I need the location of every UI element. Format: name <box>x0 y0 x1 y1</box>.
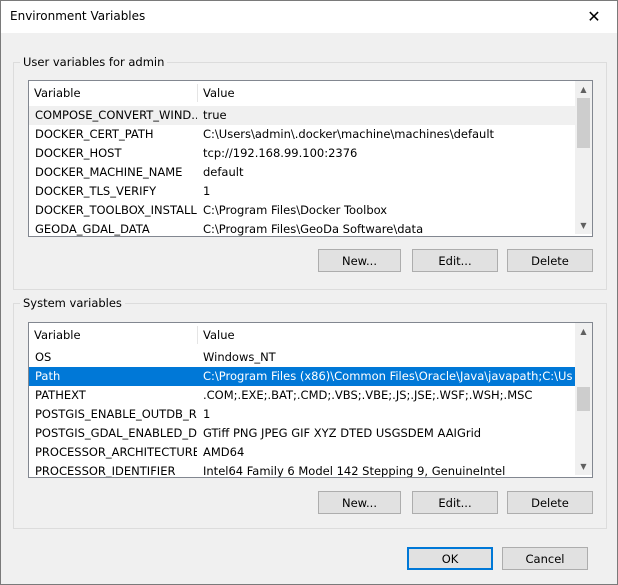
variable-value: true <box>203 108 227 122</box>
scroll-up-icon[interactable]: ▲ <box>575 323 592 340</box>
system-variables-label: System variables <box>20 296 125 310</box>
user-variable-row[interactable]: DOCKER_CERT_PATH C:\Users\admin\.docker\… <box>29 125 575 144</box>
environment-variables-window: Environment Variables ✕ User variables f… <box>0 0 618 585</box>
user-variable-row[interactable]: DOCKER_MACHINE_NAME default <box>29 163 575 182</box>
system-variable-row[interactable]: POSTGIS_ENABLE_OUTDB_R... 1 <box>29 405 575 424</box>
system-list-header: Variable Value <box>29 323 592 347</box>
variable-value: .COM;.EXE;.BAT;.CMD;.VBS;.VBE;.JS;.JSE;.… <box>203 388 533 402</box>
variable-name: PROCESSOR_IDENTIFIER <box>35 464 176 478</box>
variable-value: default <box>203 165 244 179</box>
variable-value: Windows_NT <box>203 350 276 364</box>
user-variables-label: User variables for admin <box>20 55 168 69</box>
scroll-down-icon[interactable]: ▼ <box>575 217 592 234</box>
system-list-scrollbar[interactable]: ▲ ▼ <box>575 323 592 475</box>
variable-value: C:\Users\admin\.docker\machine\machines\… <box>203 127 495 141</box>
system-variable-row[interactable]: PATHEXT .COM;.EXE;.BAT;.CMD;.VBS;.VBE;.J… <box>29 386 575 405</box>
user-edit-button[interactable]: Edit... <box>412 249 498 272</box>
variable-name: DOCKER_TLS_VERIFY <box>35 184 157 198</box>
variable-name: DOCKER_CERT_PATH <box>35 127 154 141</box>
variable-name: DOCKER_HOST <box>35 146 122 160</box>
variable-value: C:\Program Files\Docker Toolbox <box>203 203 388 217</box>
user-variable-row[interactable]: DOCKER_HOST tcp://192.168.99.100:2376 <box>29 144 575 163</box>
user-variables-list[interactable]: Variable Value COMPOSE_CONVERT_WIND... t… <box>28 80 593 237</box>
close-icon[interactable]: ✕ <box>571 1 617 32</box>
system-variable-row[interactable]: PROCESSOR_IDENTIFIER Intel64 Family 6 Mo… <box>29 462 575 478</box>
variable-name: PROCESSOR_ARCHITECTURE <box>35 445 197 459</box>
system-variable-row[interactable]: OS Windows_NT <box>29 348 575 367</box>
user-variable-row[interactable]: DOCKER_TLS_VERIFY 1 <box>29 182 575 201</box>
system-variable-row-selected[interactable]: Path C:\Program Files (x86)\Common Files… <box>29 367 575 386</box>
variable-value: 1 <box>203 407 211 421</box>
variable-name: Path <box>35 369 61 383</box>
title-bar[interactable]: Environment Variables ✕ <box>1 1 617 33</box>
user-variable-row[interactable]: GEODA_GDAL_DATA C:\Program Files\GeoDa S… <box>29 220 575 236</box>
variable-value: GTiff PNG JPEG GIF XYZ DTED USGSDEM AAIG… <box>203 426 482 440</box>
system-variable-row[interactable]: POSTGIS_GDAL_ENABLED_D... GTiff PNG JPEG… <box>29 424 575 443</box>
variable-name: GEODA_GDAL_DATA <box>35 222 150 236</box>
variable-value: tcp://192.168.99.100:2376 <box>203 146 358 160</box>
user-list-scrollbar[interactable]: ▲ ▼ <box>575 81 592 234</box>
variable-name: POSTGIS_ENABLE_OUTDB_R... <box>35 407 197 421</box>
system-variable-row[interactable]: PROCESSOR_ARCHITECTURE AMD64 <box>29 443 575 462</box>
user-column-value[interactable]: Value <box>198 81 575 105</box>
system-edit-button[interactable]: Edit... <box>412 491 498 514</box>
variable-value: Intel64 Family 6 Model 142 Stepping 9, G… <box>203 464 506 478</box>
system-new-button[interactable]: New... <box>318 491 401 514</box>
window-title: Environment Variables <box>10 9 146 23</box>
variable-name: COMPOSE_CONVERT_WIND... <box>35 108 197 122</box>
variable-value: C:\Program Files (x86)\Common Files\Orac… <box>203 369 573 383</box>
user-variable-row[interactable]: DOCKER_TOOLBOX_INSTALL... C:\Program Fil… <box>29 201 575 220</box>
scrollbar-thumb[interactable] <box>577 387 590 411</box>
scroll-down-icon[interactable]: ▼ <box>575 458 592 475</box>
variable-name: PATHEXT <box>35 388 86 402</box>
variable-value: AMD64 <box>203 445 245 459</box>
system-delete-button[interactable]: Delete <box>507 491 593 514</box>
system-column-value[interactable]: Value <box>198 323 575 347</box>
system-column-variable[interactable]: Variable <box>29 323 197 347</box>
user-new-button[interactable]: New... <box>318 249 401 272</box>
variable-name: OS <box>35 350 52 364</box>
user-column-variable[interactable]: Variable <box>29 81 197 105</box>
scrollbar-thumb[interactable] <box>577 98 590 148</box>
variable-value: 1 <box>203 184 211 198</box>
user-list-header: Variable Value <box>29 81 592 105</box>
variable-value: C:\Program Files\GeoDa Software\data <box>203 222 424 236</box>
user-variable-row[interactable]: COMPOSE_CONVERT_WIND... true <box>29 106 575 125</box>
variable-name: DOCKER_TOOLBOX_INSTALL... <box>35 203 197 217</box>
cancel-button[interactable]: Cancel <box>502 547 588 570</box>
scroll-up-icon[interactable]: ▲ <box>575 81 592 98</box>
user-delete-button[interactable]: Delete <box>507 249 593 272</box>
ok-button[interactable]: OK <box>407 547 493 570</box>
system-variables-list[interactable]: Variable Value OS Windows_NT Path C:\Pro… <box>28 322 593 478</box>
variable-name: POSTGIS_GDAL_ENABLED_D... <box>35 426 197 440</box>
variable-name: DOCKER_MACHINE_NAME <box>35 165 183 179</box>
